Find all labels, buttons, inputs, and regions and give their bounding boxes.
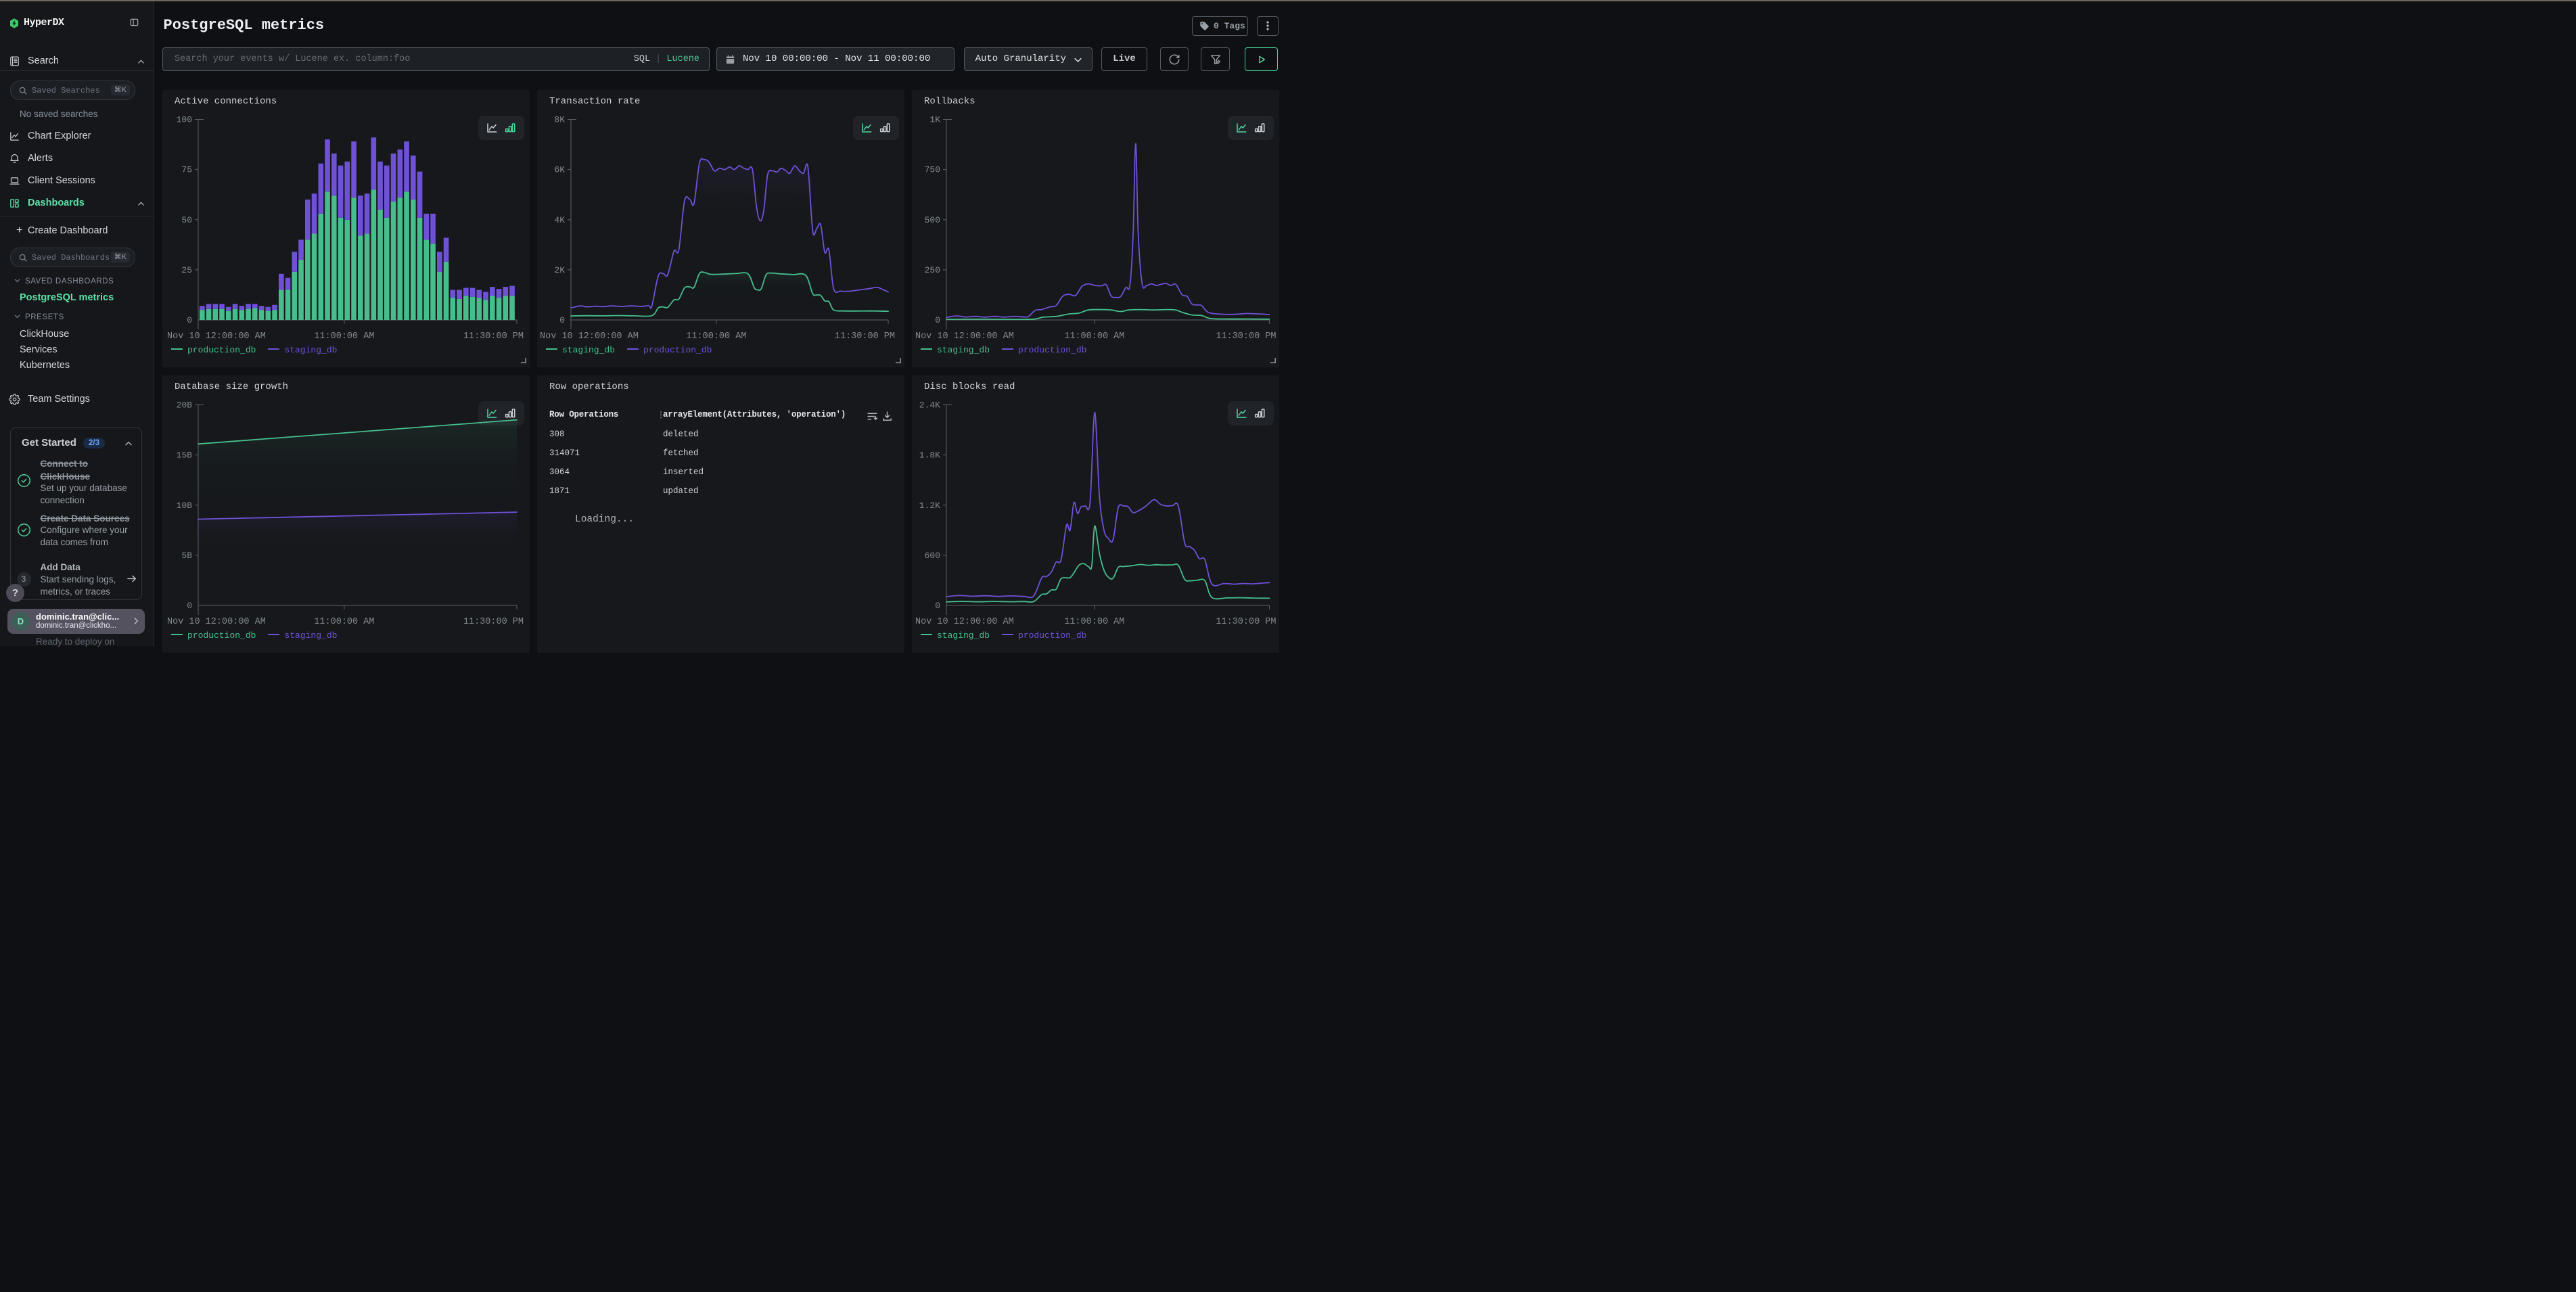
svg-text:11:00:00 AM: 11:00:00 AM [1064, 617, 1124, 627]
svg-text:Nov 10 12:00:00 AM: Nov 10 12:00:00 AM [167, 617, 266, 627]
svg-text:4K: 4K [554, 215, 565, 225]
svg-text:11:00:00 AM: 11:00:00 AM [686, 331, 746, 342]
svg-text:Nov 10 12:00:00 AM: Nov 10 12:00:00 AM [915, 617, 1014, 627]
svg-text:50: 50 [181, 215, 192, 225]
svg-text:Nov 10 12:00:00 AM: Nov 10 12:00:00 AM [167, 331, 266, 342]
svg-text:11:30:00 PM: 11:30:00 PM [1216, 617, 1276, 627]
svg-text:1K: 1K [929, 115, 940, 125]
svg-text:600: 600 [925, 551, 940, 561]
svg-text:0: 0 [187, 315, 192, 325]
svg-text:25: 25 [181, 265, 192, 275]
svg-text:1.8K: 1.8K [919, 451, 940, 461]
svg-text:0: 0 [187, 601, 192, 611]
svg-text:11:30:00 PM: 11:30:00 PM [835, 331, 895, 342]
svg-text:750: 750 [925, 165, 940, 175]
svg-text:250: 250 [925, 265, 940, 275]
svg-text:11:30:00 PM: 11:30:00 PM [463, 617, 524, 627]
svg-text:0: 0 [559, 315, 565, 325]
svg-text:100: 100 [177, 115, 192, 125]
svg-text:1.2K: 1.2K [919, 501, 940, 511]
svg-text:Nov 10 12:00:00 AM: Nov 10 12:00:00 AM [915, 331, 1014, 342]
svg-text:5B: 5B [181, 551, 192, 561]
svg-text:6K: 6K [554, 165, 565, 175]
svg-text:11:00:00 AM: 11:00:00 AM [1064, 331, 1124, 342]
svg-text:11:00:00 AM: 11:00:00 AM [314, 617, 374, 627]
svg-text:8K: 8K [554, 115, 565, 125]
svg-text:0: 0 [935, 315, 940, 325]
svg-text:Nov 10 12:00:00 AM: Nov 10 12:00:00 AM [540, 331, 639, 342]
svg-text:0: 0 [935, 601, 940, 611]
svg-text:15B: 15B [177, 451, 193, 461]
svg-text:500: 500 [925, 215, 940, 225]
svg-text:2K: 2K [554, 265, 565, 275]
svg-text:20B: 20B [177, 400, 193, 411]
svg-text:11:00:00 AM: 11:00:00 AM [314, 331, 374, 342]
svg-text:10B: 10B [177, 501, 193, 511]
svg-text:11:30:00 PM: 11:30:00 PM [463, 331, 524, 342]
svg-text:75: 75 [181, 165, 192, 175]
svg-text:2.4K: 2.4K [919, 400, 940, 411]
svg-text:11:30:00 PM: 11:30:00 PM [1216, 331, 1276, 342]
